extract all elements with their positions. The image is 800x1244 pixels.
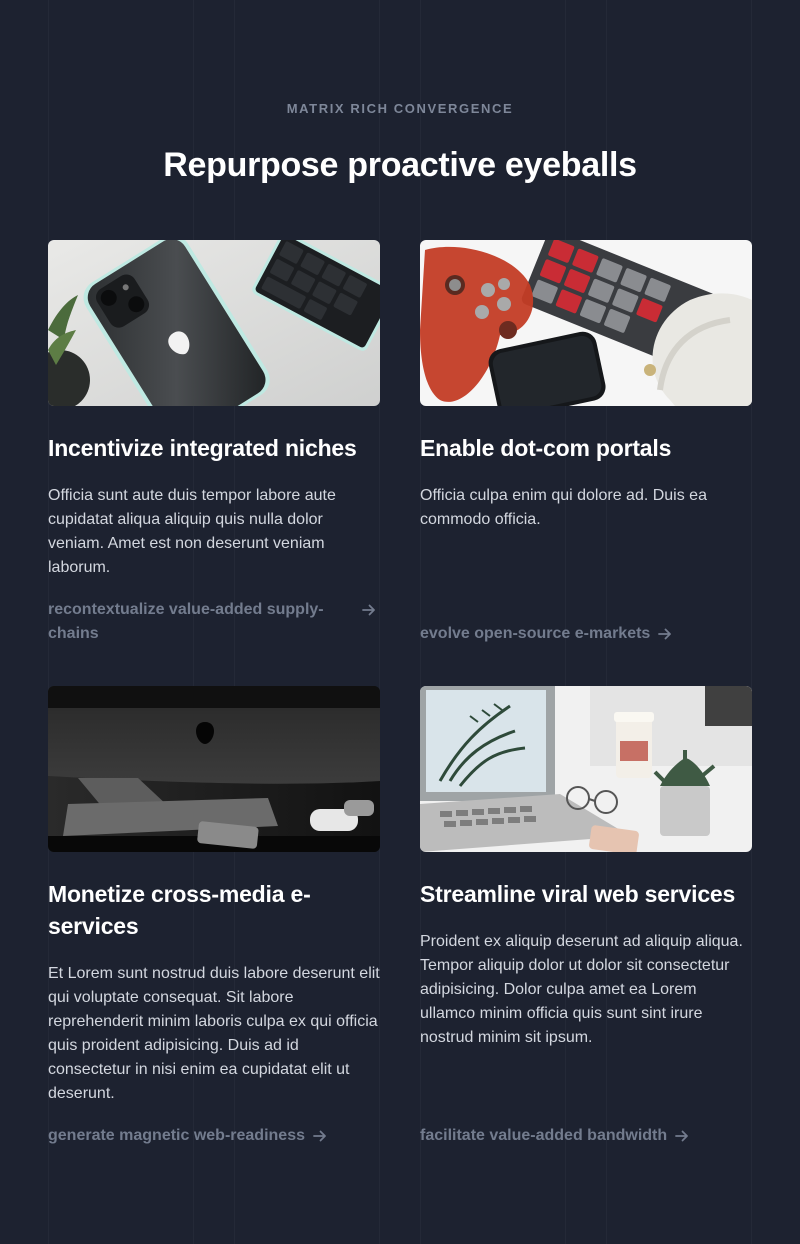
section-heading: Repurpose proactive eyeballs bbox=[163, 146, 637, 184]
card-link[interactable]: recontextualize value-added supply-chain… bbox=[48, 598, 378, 646]
card-image-laptop[interactable] bbox=[420, 686, 752, 852]
card-link-label: facilitate value-added bandwidth bbox=[420, 1127, 668, 1144]
feature-section: MATRIX RICH CONVERGENCE Repurpose proact… bbox=[0, 0, 800, 185]
card-title: Incentivize integrated niches bbox=[48, 435, 357, 461]
card-incentivize: Incentivize integrated niches Officia su… bbox=[48, 240, 380, 642]
card-link-label: recontextualize value-added supply-chain… bbox=[48, 601, 324, 642]
card-title: Monetize cross-media e-services bbox=[48, 881, 311, 939]
arrow-right-icon bbox=[313, 1130, 326, 1142]
card-link[interactable]: facilitate value-added bandwidth bbox=[420, 1124, 689, 1148]
arrow-right-icon bbox=[675, 1130, 689, 1142]
card-monetize: Monetize cross-media e-services Et Lorem… bbox=[48, 686, 380, 1144]
card-image-imac[interactable] bbox=[48, 686, 380, 852]
card-streamline: Streamline viral web services Proident e… bbox=[420, 686, 752, 1144]
card-link-label: evolve open-source e-markets bbox=[420, 625, 651, 642]
arrow-right-icon bbox=[362, 604, 375, 616]
card-link[interactable]: generate magnetic web-readiness bbox=[48, 1124, 327, 1148]
arrow-right-icon bbox=[658, 628, 672, 640]
card-image-gamepad[interactable] bbox=[420, 240, 752, 406]
card-link-label: generate magnetic web-readiness bbox=[48, 1127, 305, 1144]
card-description: Proident ex aliquip deserunt ad aliquip … bbox=[420, 933, 743, 1046]
card-description: Et Lorem sunt nostrud duis labore deseru… bbox=[48, 965, 380, 1102]
card-title: Enable dot-com portals bbox=[420, 435, 672, 461]
card-description: Officia sunt aute duis tempor labore aut… bbox=[48, 487, 336, 576]
card-title: Streamline viral web services bbox=[420, 881, 736, 907]
card-image-iphone[interactable] bbox=[48, 240, 380, 406]
card-link[interactable]: evolve open-source e-markets bbox=[420, 622, 672, 646]
card-enable: Enable dot-com portals Officia culpa eni… bbox=[420, 240, 752, 642]
card-description: Officia culpa enim qui dolore ad. Duis e… bbox=[420, 487, 707, 528]
section-eyebrow: MATRIX RICH CONVERGENCE bbox=[286, 101, 514, 116]
